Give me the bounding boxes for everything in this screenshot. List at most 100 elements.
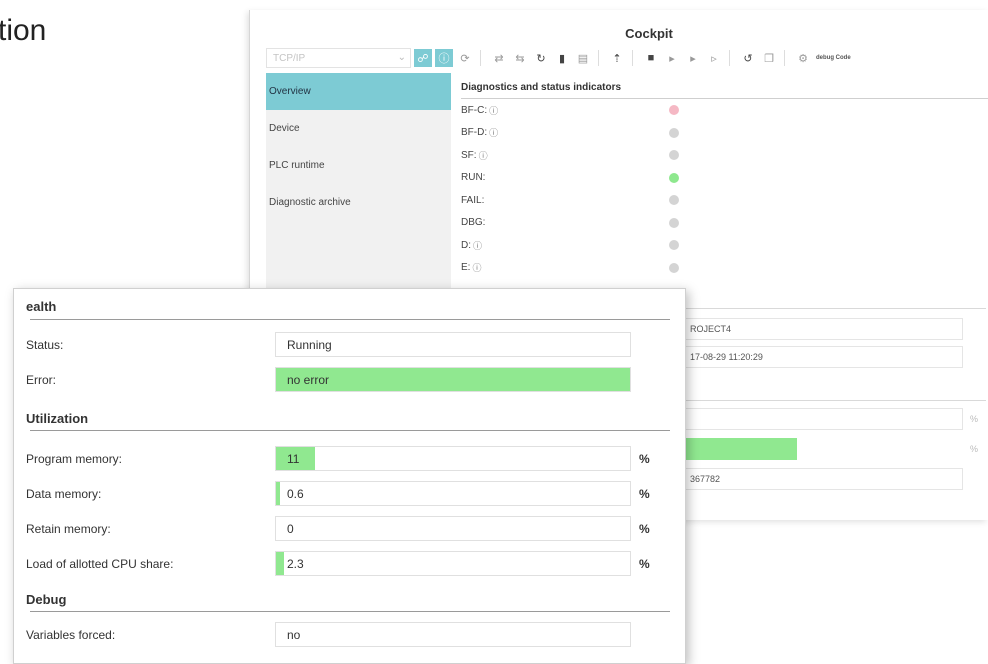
nav-label: Device <box>269 123 300 134</box>
section-divider <box>30 319 670 320</box>
utilization-label: Data memory: <box>26 487 102 501</box>
debug-code-icon[interactable]: debug Code <box>816 55 851 61</box>
cockpit-toolbar: TCP/IP ⌄ ☍ ⓘ ⟳ ⇄ ⇆ ↻ ▮ ▤ ⇡ ■ ▸ ▸ ▹ ↺ ❐ ⚙… <box>266 48 966 68</box>
percent-unit: % <box>639 452 650 466</box>
utilization-field <box>683 408 963 430</box>
utilization-value: 11 <box>287 452 300 466</box>
chevron-down-icon: ⌄ <box>397 52 406 63</box>
utilization-value: 0 <box>287 522 294 536</box>
nav-label: Overview <box>269 86 311 97</box>
utilization-label: Program memory: <box>26 452 123 466</box>
value-text: 367782 <box>690 474 721 484</box>
status-led-icon <box>669 172 679 183</box>
led-label: BF-C: <box>461 104 488 116</box>
network-icon[interactable]: ☍ <box>414 49 432 67</box>
cockpit-nav: Overview Device PLC runtime Diagnostic a… <box>266 73 451 313</box>
run-icon[interactable]: ▸ <box>663 49 681 67</box>
led-row: DBG: <box>461 212 988 235</box>
utilization-field: 0.6 <box>275 481 631 506</box>
info-icon[interactable]: ⓘ <box>489 126 498 139</box>
status-label: Status: <box>26 338 64 352</box>
utilization-label: Retain memory: <box>26 522 111 536</box>
stop-icon[interactable]: ■ <box>642 49 660 67</box>
toolbar-divider <box>598 50 599 66</box>
divider <box>686 308 986 309</box>
nav-item-diagnostic-archive[interactable]: Diagnostic archive <box>266 184 451 221</box>
section-divider <box>30 611 670 612</box>
status-led-icon <box>669 217 679 228</box>
utilization-value: 0.6 <box>287 487 304 501</box>
nav-label: PLC runtime <box>269 160 325 171</box>
run-cold-icon[interactable]: ▹ <box>705 49 723 67</box>
timestamp-value: 17-08-29 11:20:29 <box>690 352 763 362</box>
nav-item-device[interactable]: Device <box>266 110 451 147</box>
toolbar-divider <box>784 50 785 66</box>
device-icon[interactable]: ▮ <box>553 49 571 67</box>
reload-icon[interactable]: ↻ <box>532 49 550 67</box>
info-icon[interactable]: ⓘ <box>435 49 453 67</box>
led-row: BF-C: ⓘ <box>461 99 988 122</box>
info-icon[interactable]: ⓘ <box>479 149 488 162</box>
page-heading: tion <box>0 14 47 47</box>
cockpit-title: Cockpit <box>625 26 673 41</box>
status-led-icon <box>669 195 679 205</box>
led-row: D: ⓘ <box>461 234 988 257</box>
info-icon[interactable]: ⓘ <box>489 104 498 117</box>
toolbar-divider <box>480 50 481 66</box>
run-step-icon[interactable]: ▸ <box>684 49 702 67</box>
led-list: BF-C: ⓘ BF-D: ⓘ SF: ⓘ RUN: FAIL: DBG: D: ⓘ E: ⓘ <box>461 99 988 279</box>
utilization-field: 2.3 <box>275 551 631 576</box>
refresh-network-icon[interactable]: ⟳ <box>456 49 474 67</box>
utilization-bar-fill <box>276 482 280 505</box>
utilization-label: Load of allotted CPU share: <box>26 557 174 571</box>
error-status-fill <box>276 368 630 391</box>
status-led-icon <box>669 262 679 273</box>
value-field: 367782 <box>683 468 963 490</box>
led-label: BF-D: <box>461 127 488 139</box>
led-label: RUN: <box>461 172 486 184</box>
led-label: SF: <box>461 149 477 161</box>
connection-value: TCP/IP <box>273 53 306 64</box>
diagnostics-panel: Diagnostics and status indicators BF-C: ⓘ… <box>461 82 988 279</box>
led-row: BF-D: ⓘ <box>461 122 988 145</box>
info-icon[interactable]: ⓘ <box>472 261 481 274</box>
timestamp-field: 17-08-29 11:20:29 <box>683 346 963 368</box>
nav-item-plc-runtime[interactable]: PLC runtime <box>266 147 451 184</box>
memory-icon[interactable]: ▤ <box>574 49 592 67</box>
copy-icon[interactable]: ❐ <box>760 49 778 67</box>
nav-label: Diagnostic archive <box>269 197 351 208</box>
settings-icon[interactable]: ⚙ <box>794 49 812 67</box>
disconnect-icon[interactable]: ⇆ <box>511 49 529 67</box>
status-value: Running <box>287 338 332 352</box>
led-row: E: ⓘ <box>461 257 988 280</box>
led-row: FAIL: <box>461 189 988 212</box>
nav-item-overview[interactable]: Overview <box>266 73 451 110</box>
variables-forced-label: Variables forced: <box>26 628 116 642</box>
utilization-field: 11 <box>275 446 631 471</box>
reset-icon[interactable]: ↺ <box>739 49 757 67</box>
info-icon[interactable]: ⓘ <box>473 239 482 252</box>
health-section-title: ealth <box>26 299 57 314</box>
error-label: Error: <box>26 373 56 387</box>
led-row: RUN: <box>461 167 988 190</box>
project-name-field: ROJECT4 <box>683 318 963 340</box>
variables-forced-field: no <box>275 622 631 647</box>
utilization-bar <box>683 438 797 460</box>
led-row: SF: ⓘ <box>461 144 988 167</box>
led-label: D: <box>461 239 471 251</box>
percent-unit: % <box>970 444 979 454</box>
status-led-icon <box>669 150 679 160</box>
connect-icon[interactable]: ⇄ <box>490 49 508 67</box>
project-name-value: ROJECT4 <box>690 324 732 334</box>
debug-section-title: Debug <box>26 592 67 607</box>
section-divider <box>30 430 670 431</box>
connection-select[interactable]: TCP/IP ⌄ <box>266 48 411 68</box>
error-value: no error <box>287 373 330 387</box>
toolbar-divider <box>632 50 633 66</box>
led-label: FAIL: <box>461 194 485 206</box>
utilization-bar-fill <box>276 552 284 575</box>
utilization-value: 2.3 <box>287 557 304 571</box>
upload-icon[interactable]: ⇡ <box>608 49 626 67</box>
utilization-section-title: Utilization <box>26 411 89 426</box>
led-label: E: <box>461 262 471 274</box>
